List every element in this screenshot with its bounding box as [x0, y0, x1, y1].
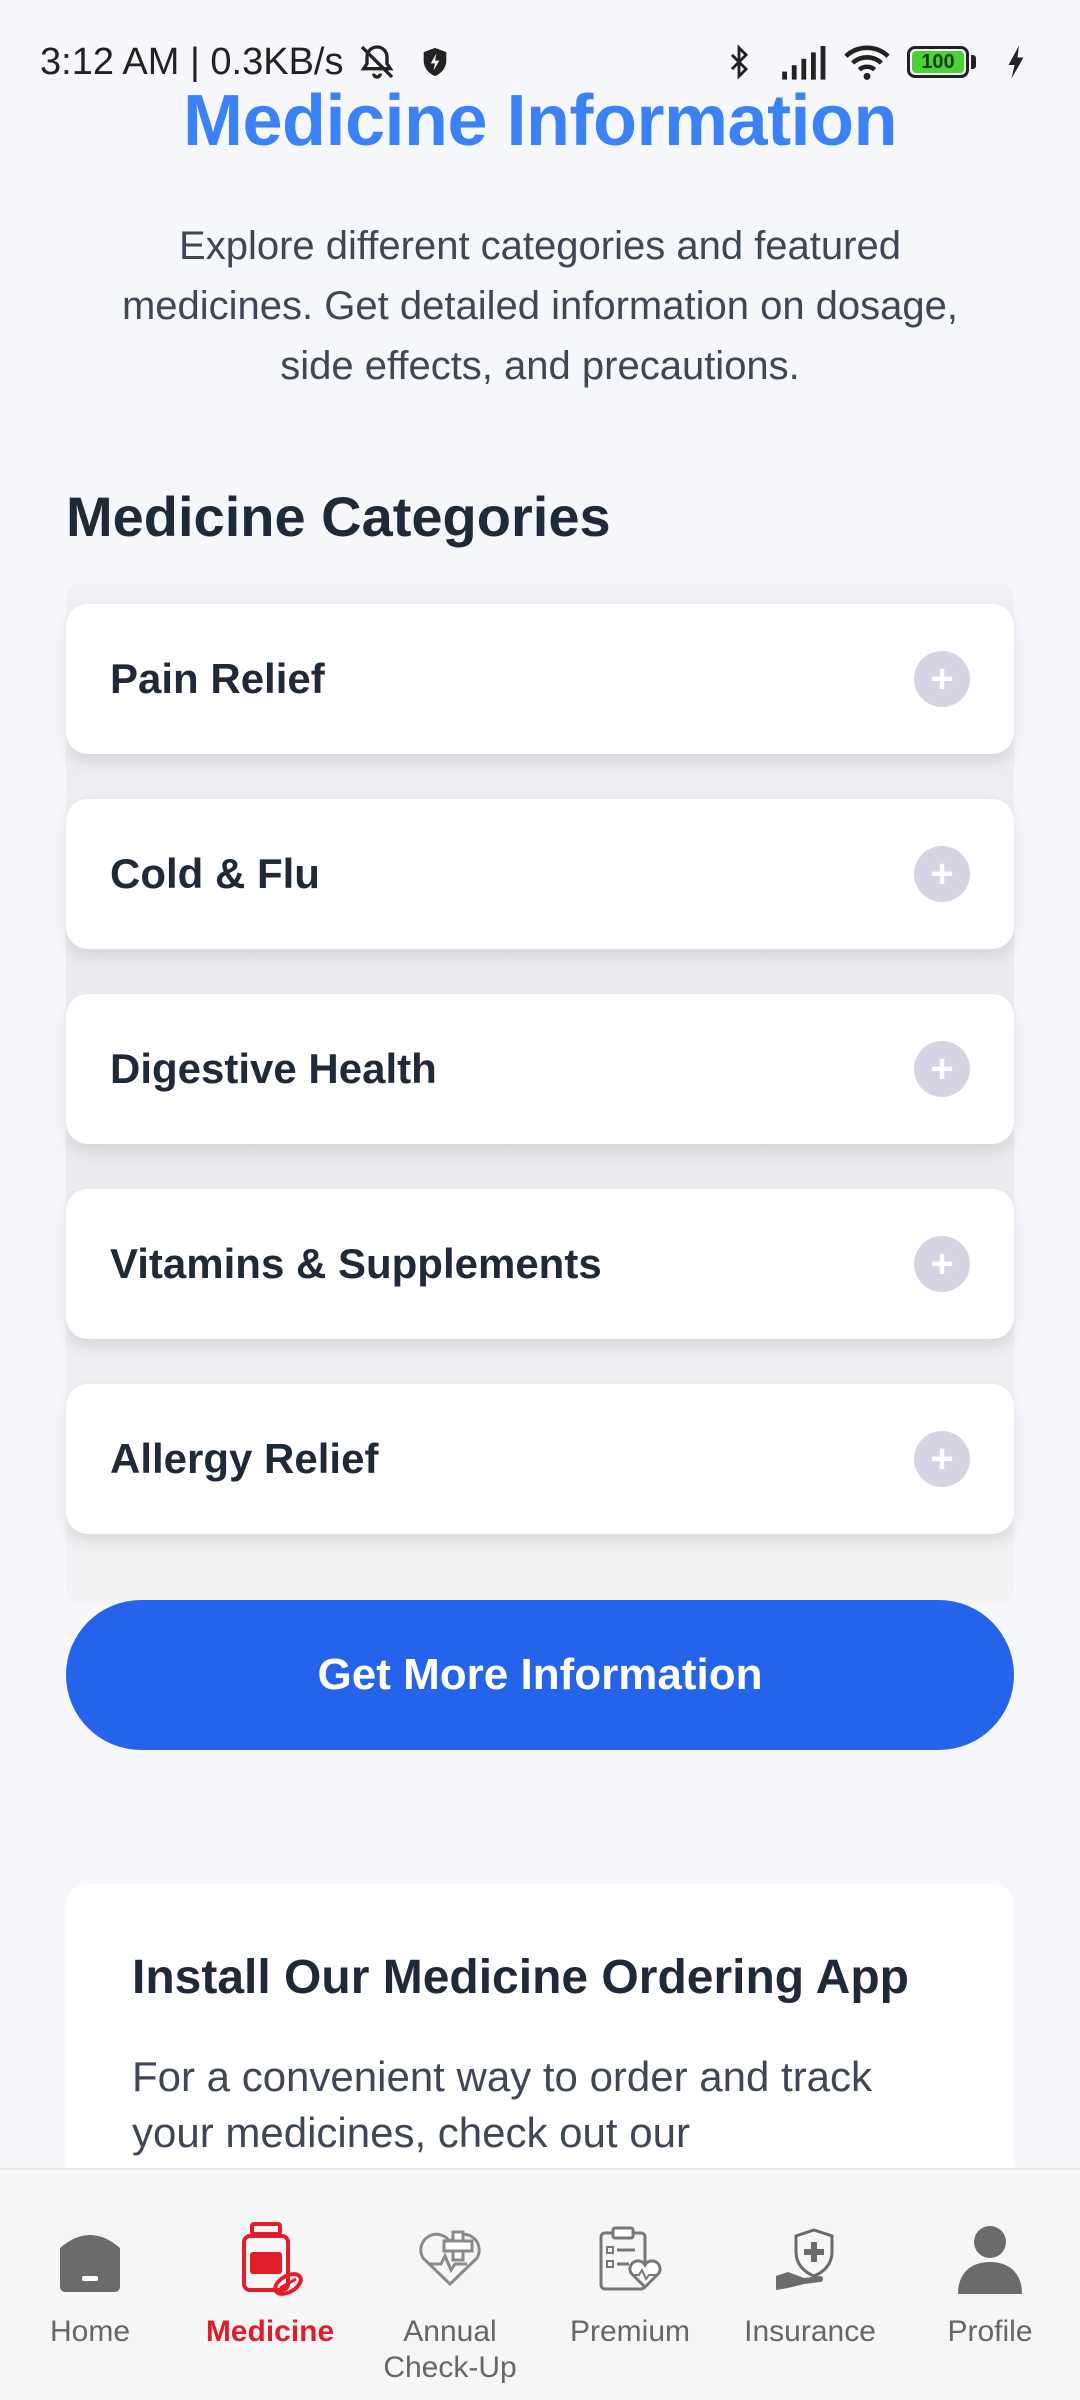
expand-plus-icon[interactable]: +: [914, 1431, 970, 1487]
person-icon: [950, 2220, 1030, 2300]
category-label: Digestive Health: [110, 1045, 437, 1092]
nav-item-annual-check-up[interactable]: Annual Check-Up: [365, 2220, 535, 2386]
categories-accordion: Pain Relief + Cold & Flu + Digestive Hea…: [66, 584, 1014, 1604]
category-label: Cold & Flu: [110, 850, 320, 897]
category-vitamins-supplements[interactable]: Vitamins & Supplements +: [66, 1189, 1014, 1339]
nav-label: Insurance: [744, 2315, 876, 2348]
status-time-speed: 3:12 AM | 0.3KB/s: [40, 40, 344, 83]
shield-icon: [411, 38, 459, 86]
home-icon: [50, 2220, 130, 2300]
status-right: 100: [715, 38, 1040, 86]
install-card-text: For a convenient way to order and track …: [132, 2053, 873, 2156]
battery-tip: [971, 55, 976, 69]
nav-label: Medicine: [205, 2315, 335, 2348]
charging-icon: [992, 38, 1040, 86]
nav-item-medicine[interactable]: Medicine: [185, 2220, 355, 2350]
nav-label: Premium: [569, 2315, 690, 2348]
battery-icon: 100: [907, 46, 976, 78]
hand-shield-icon: [770, 2220, 850, 2300]
expand-plus-icon[interactable]: +: [914, 1236, 970, 1292]
intro-text: Explore different categories and feature…: [121, 224, 959, 388]
install-card-title: Install Our Medicine Ordering App: [132, 1951, 909, 2004]
nav-label: Profile: [947, 2315, 1033, 2348]
get-more-information-button[interactable]: Get More Information: [66, 1600, 1014, 1750]
category-allergy-relief[interactable]: Allergy Relief +: [66, 1384, 1014, 1534]
categories-heading: Medicine Categories: [66, 485, 611, 548]
clipboard-heart-icon: [590, 2220, 670, 2300]
expand-plus-icon[interactable]: +: [914, 1041, 970, 1097]
battery-level: 100: [912, 51, 964, 73]
nav-label: Home: [49, 2315, 131, 2348]
status-left: 3:12 AM | 0.3KB/s: [40, 38, 459, 86]
nav-item-home[interactable]: Home: [5, 2220, 175, 2350]
status-bar: 3:12 AM | 0.3KB/s 100: [0, 0, 1080, 124]
nav-item-profile[interactable]: Profile: [905, 2220, 1075, 2350]
expand-plus-icon[interactable]: +: [914, 651, 970, 707]
mute-alarm-icon: [353, 38, 401, 86]
bottom-navigation: Home Medicine Annual Check-Up Premium In…: [0, 2168, 1080, 2400]
expand-plus-icon[interactable]: +: [914, 846, 970, 902]
category-label: Vitamins & Supplements: [110, 1240, 602, 1287]
bluetooth-icon: [715, 38, 763, 86]
category-label: Allergy Relief: [110, 1435, 379, 1482]
nav-item-premium[interactable]: Premium: [545, 2220, 715, 2350]
wifi-icon: [843, 38, 891, 86]
nav-label: Annual Check-Up: [383, 2315, 517, 2384]
category-label: Pain Relief: [110, 655, 325, 702]
category-cold-flu[interactable]: Cold & Flu +: [66, 799, 1014, 949]
signal-icon: [779, 38, 827, 86]
nav-item-insurance[interactable]: Insurance: [725, 2220, 895, 2350]
category-pain-relief[interactable]: Pain Relief +: [66, 604, 1014, 754]
battery-body: 100: [907, 46, 969, 78]
medicine-information-screen: 3:12 AM | 0.3KB/s 100 Medicine Informati…: [0, 0, 1080, 2400]
heart-checkup-icon: [410, 2220, 490, 2300]
category-digestive-health[interactable]: Digestive Health +: [66, 994, 1014, 1144]
medicine-bottle-icon: [230, 2220, 310, 2300]
